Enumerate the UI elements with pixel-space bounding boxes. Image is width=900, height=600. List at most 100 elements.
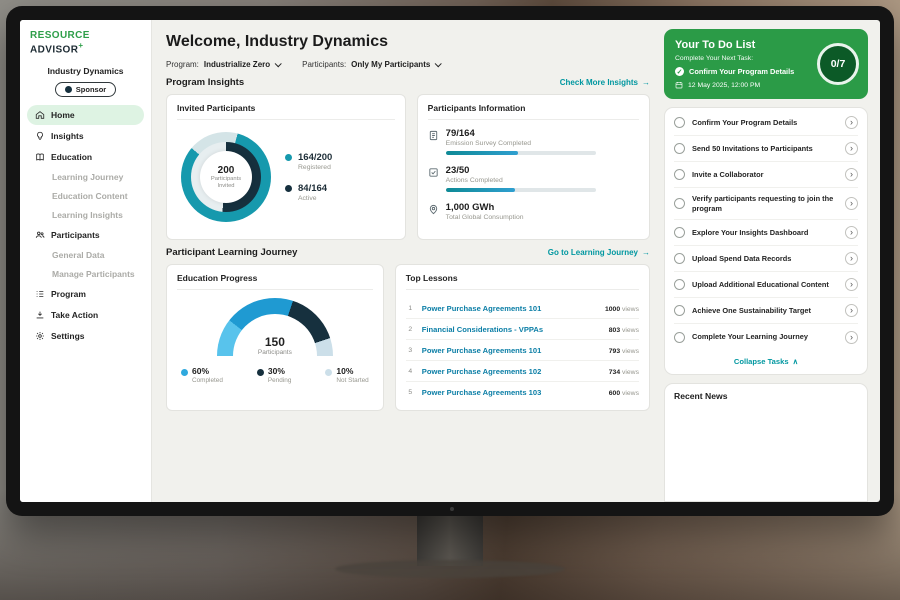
task-checkbox[interactable]: [674, 143, 685, 154]
todo-next-task-label: Confirm Your Program Details: [689, 67, 794, 76]
chevron-up-icon: ∧: [793, 357, 799, 366]
task-checkbox[interactable]: [674, 332, 685, 343]
participants-dropdown[interactable]: Only My Participants: [351, 60, 440, 69]
task-checkbox[interactable]: [674, 279, 685, 290]
task-row-send-invitations[interactable]: Send 50 Invitations to Participants ›: [674, 136, 858, 162]
progress-bar-track: [446, 151, 596, 155]
lesson-row: 5 Power Purchase Agreements 103 600 view…: [406, 382, 639, 402]
program-insights-cards: Invited Participants 200 Participants In…: [166, 94, 650, 240]
resource-advisor-logo: RESOURCE ADVISOR+: [27, 30, 144, 55]
top-lessons-card: Top Lessons 1 Power Purchase Agreements …: [395, 264, 650, 411]
sidebar-item-participants[interactable]: Participants: [27, 225, 144, 245]
stat-value: 79/164: [446, 128, 596, 139]
sidebar-item-education[interactable]: Education: [27, 147, 144, 167]
lesson-views: 1000: [605, 306, 620, 313]
card-title: Top Lessons: [406, 273, 639, 290]
stat-label: Emission Survey Completed: [446, 140, 596, 147]
lesson-views-suffix: views: [620, 369, 639, 376]
collapse-tasks-link[interactable]: Collapse Tasks ∧: [674, 350, 858, 374]
nav-label: Participants: [51, 230, 100, 240]
task-chevron-icon[interactable]: ›: [845, 142, 858, 155]
stat-label: Total Global Consumption: [446, 214, 524, 221]
task-chevron-icon[interactable]: ›: [845, 331, 858, 344]
task-label: Upload Spend Data Records: [692, 254, 838, 264]
task-checkbox[interactable]: [674, 169, 685, 180]
task-row-confirm-program[interactable]: Confirm Your Program Details ›: [674, 110, 858, 136]
task-chevron-icon[interactable]: ›: [845, 168, 858, 181]
lesson-views-suffix: views: [620, 390, 639, 397]
task-chevron-icon[interactable]: ›: [845, 226, 858, 239]
download-icon: [35, 310, 45, 320]
program-filter-label: Program:: [166, 60, 199, 69]
org-name: Industry Dynamics: [27, 66, 144, 76]
invited-donut-wrap: 200 Participants Invited 164/200 Registe: [177, 128, 395, 226]
task-row-explore-insights[interactable]: Explore Your Insights Dashboard ›: [674, 220, 858, 246]
task-chevron-icon[interactable]: ›: [845, 116, 858, 129]
task-row-achieve-target[interactable]: Achieve One Sustainability Target ›: [674, 298, 858, 324]
lesson-link[interactable]: Power Purchase Agreements 103: [422, 388, 602, 397]
task-chevron-icon[interactable]: ›: [845, 197, 858, 210]
task-label: Confirm Your Program Details: [692, 118, 838, 128]
program-dropdown[interactable]: Industrialize Zero: [204, 60, 280, 69]
sidebar-item-learning-insights[interactable]: Learning Insights: [27, 206, 144, 224]
stat-label: Actions Completed: [446, 177, 596, 184]
donut-legend: 164/200 Registered 84/164 Active: [285, 152, 332, 202]
sidebar-item-learning-journey[interactable]: Learning Journey: [27, 168, 144, 186]
sidebar-item-program[interactable]: Program: [27, 284, 144, 304]
donut-center-value: 200: [218, 165, 235, 176]
sponsor-badge[interactable]: Sponsor: [55, 82, 116, 97]
legend-completed: 60% Completed: [181, 366, 223, 384]
lesson-rank: 5: [406, 389, 415, 396]
lesson-link[interactable]: Power Purchase Agreements 101: [422, 346, 602, 355]
task-label: Send 50 Invitations to Participants: [692, 144, 838, 154]
sidebar-item-manage-participants[interactable]: Manage Participants: [27, 265, 144, 283]
task-row-upload-spend-data[interactable]: Upload Spend Data Records ›: [674, 246, 858, 272]
task-label: Upload Additional Educational Content: [692, 280, 838, 290]
task-checkbox[interactable]: [674, 117, 685, 128]
go-to-learning-journey-link[interactable]: Go to Learning Journey →: [548, 248, 650, 257]
task-checkbox[interactable]: [674, 198, 685, 209]
check-more-insights-link[interactable]: Check More Insights →: [560, 78, 650, 87]
sidebar-item-settings[interactable]: Settings: [27, 326, 144, 346]
todo-subtitle: Complete Your Next Task:: [675, 55, 810, 62]
lesson-row: 4 Power Purchase Agreements 102 734 view…: [406, 361, 639, 382]
task-row-verify-participants[interactable]: Verify participants requesting to join t…: [674, 188, 858, 220]
sidebar-item-education-content[interactable]: Education Content: [27, 187, 144, 205]
nav-label: General Data: [52, 250, 104, 260]
task-row-upload-educational-content[interactable]: Upload Additional Educational Content ›: [674, 272, 858, 298]
legend-label: Registered: [298, 164, 332, 171]
sidebar-item-insights[interactable]: Insights: [27, 126, 144, 146]
education-progress-card: Education Progress 150 Participants: [166, 264, 384, 411]
todo-panel: Your To Do List Complete Your Next Task:…: [662, 20, 880, 502]
sidebar-item-general-data[interactable]: General Data: [27, 246, 144, 264]
task-checkbox[interactable]: [674, 305, 685, 316]
lesson-link[interactable]: Power Purchase Agreements 101: [422, 304, 598, 313]
sidebar-nav: Home Insights Education Learning Journey: [27, 105, 144, 346]
participants-filter: Participants: Only My Participants: [302, 60, 440, 69]
nav-label: Education Content: [52, 191, 128, 201]
task-chevron-icon[interactable]: ›: [845, 278, 858, 291]
page-title: Welcome, Industry Dynamics: [166, 33, 650, 51]
program-filter: Program: Industrialize Zero: [166, 60, 280, 69]
legend-value: 84/164: [298, 183, 327, 194]
todo-next-task[interactable]: ✓ Confirm Your Program Details: [675, 67, 810, 76]
calendar-icon: [675, 81, 683, 89]
sidebar-item-take-action[interactable]: Take Action: [27, 305, 144, 325]
lesson-link[interactable]: Financial Considerations - VPPAs: [422, 325, 602, 334]
lesson-link[interactable]: Power Purchase Agreements 102: [422, 367, 602, 376]
todo-tasks-card: Confirm Your Program Details › Send 50 I…: [664, 107, 868, 375]
task-chevron-icon[interactable]: ›: [845, 304, 858, 317]
nav-label: Take Action: [51, 310, 98, 320]
task-row-complete-learning-journey[interactable]: Complete Your Learning Journey ›: [674, 324, 858, 350]
task-checkbox[interactable]: [674, 227, 685, 238]
nav-label: Learning Insights: [52, 210, 123, 220]
task-chevron-icon[interactable]: ›: [845, 252, 858, 265]
task-row-invite-collaborator[interactable]: Invite a Collaborator ›: [674, 162, 858, 188]
stat-global-consumption: 1,000 GWh Total Global Consumption: [428, 202, 639, 221]
lesson-views-suffix: views: [620, 327, 639, 334]
task-checkbox[interactable]: [674, 253, 685, 264]
legend-value: 30%: [268, 366, 285, 376]
book-icon: [35, 152, 45, 162]
lesson-views: 803: [609, 327, 620, 334]
sidebar-item-home[interactable]: Home: [27, 105, 144, 125]
